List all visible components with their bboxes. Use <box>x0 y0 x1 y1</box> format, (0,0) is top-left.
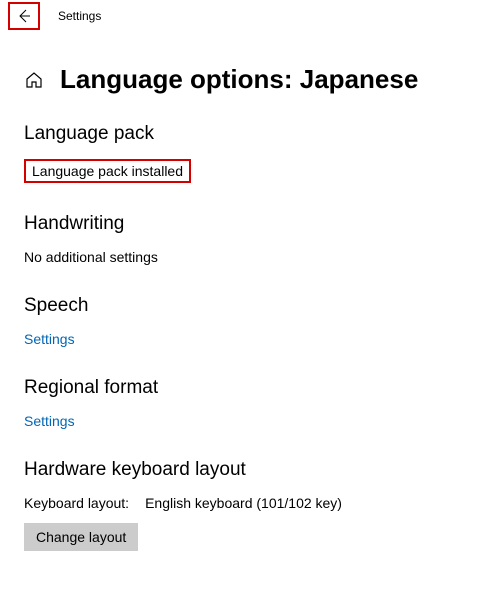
section-regional: Regional format Settings <box>24 377 476 429</box>
change-layout-button[interactable]: Change layout <box>24 523 138 551</box>
language-pack-status: Language pack installed <box>24 159 191 183</box>
home-button[interactable] <box>24 70 44 90</box>
content-area: Language options: Japanese Language pack… <box>0 32 500 551</box>
keyboard-layout-label: Keyboard layout: <box>24 495 129 511</box>
page-header: Language options: Japanese <box>24 64 476 95</box>
handwriting-status: No additional settings <box>24 249 476 265</box>
app-title: Settings <box>58 9 101 23</box>
hardware-header: Hardware keyboard layout <box>24 459 476 481</box>
back-arrow-icon <box>16 8 32 24</box>
keyboard-layout-value: English keyboard (101/102 key) <box>145 495 342 511</box>
regional-header: Regional format <box>24 377 476 399</box>
speech-header: Speech <box>24 295 476 317</box>
section-handwriting: Handwriting No additional settings <box>24 213 476 265</box>
keyboard-layout-row: Keyboard layout: English keyboard (101/1… <box>24 495 476 511</box>
back-button[interactable] <box>8 2 40 30</box>
page-title: Language options: Japanese <box>60 64 418 95</box>
handwriting-header: Handwriting <box>24 213 476 235</box>
section-hardware: Hardware keyboard layout Keyboard layout… <box>24 459 476 551</box>
titlebar: Settings <box>0 0 500 32</box>
language-pack-header: Language pack <box>24 123 476 145</box>
section-speech: Speech Settings <box>24 295 476 347</box>
section-language-pack: Language pack Language pack installed <box>24 123 476 183</box>
speech-settings-link[interactable]: Settings <box>24 331 476 347</box>
home-icon <box>25 71 43 89</box>
regional-settings-link[interactable]: Settings <box>24 413 476 429</box>
